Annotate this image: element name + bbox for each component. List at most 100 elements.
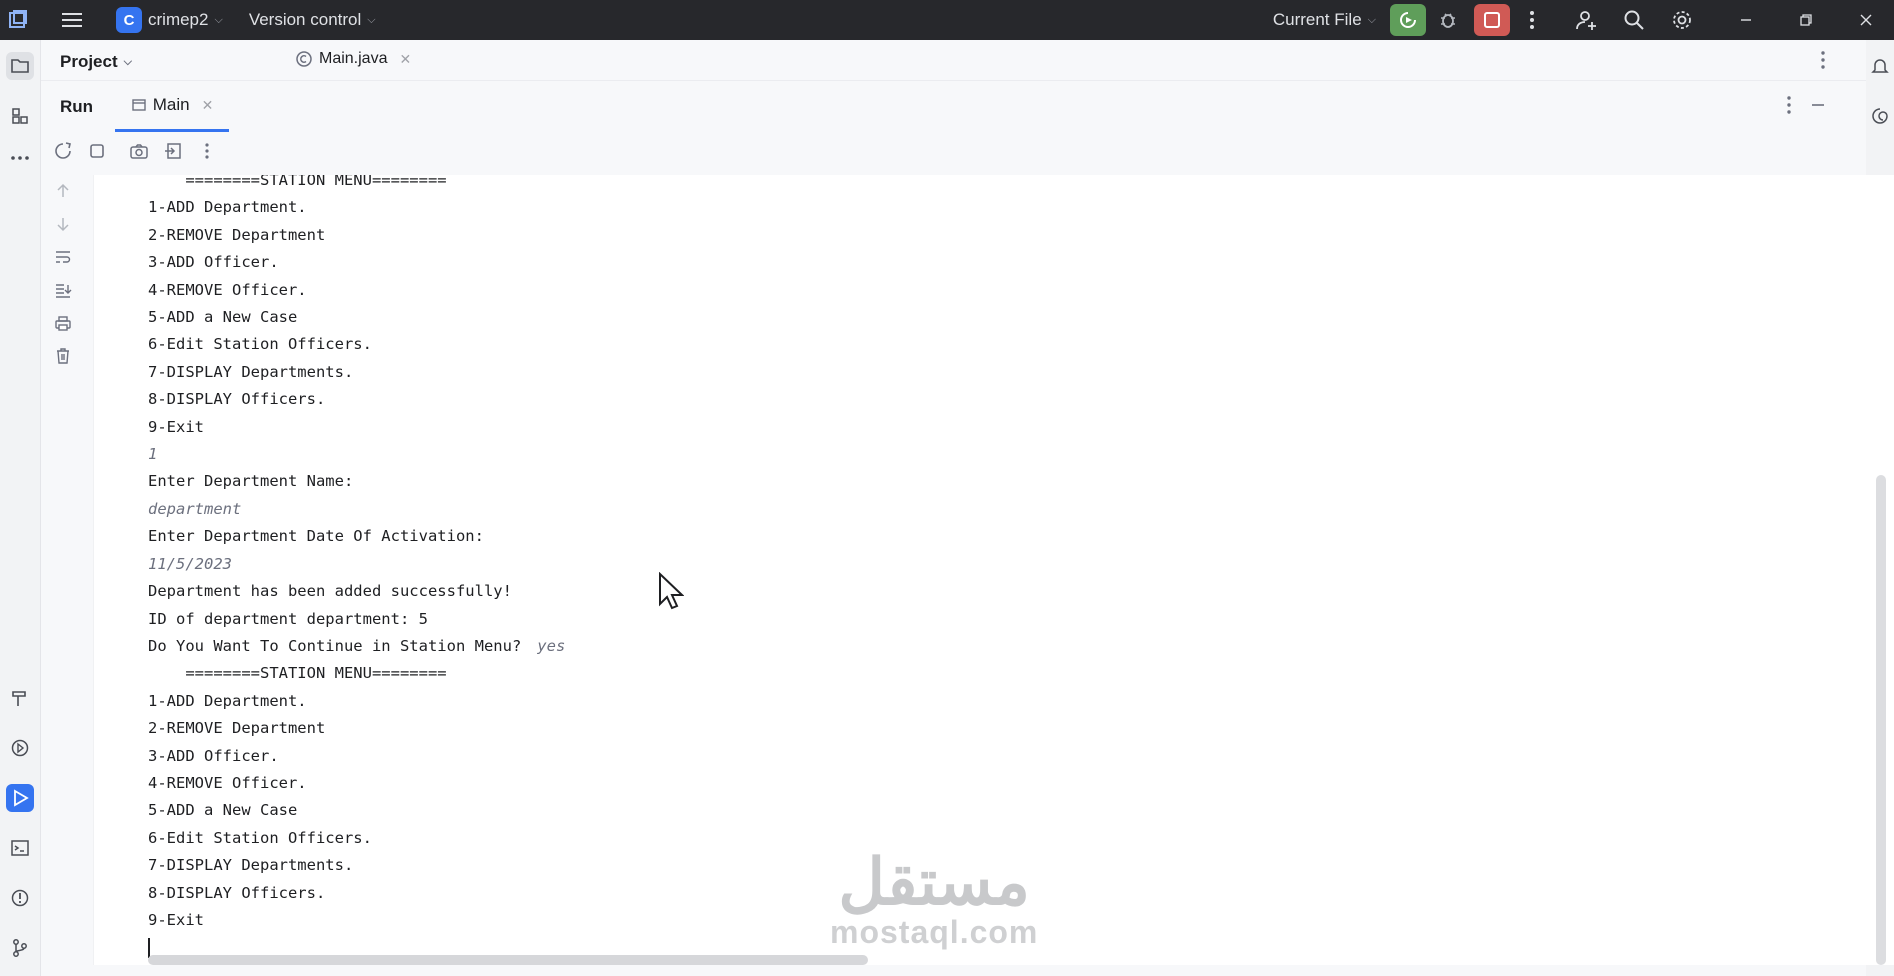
main-menu-icon[interactable] [60,8,84,32]
print-icon[interactable] [51,311,75,335]
search-icon[interactable] [1622,8,1646,32]
console-output-line: Department has been added successfully! [148,578,565,605]
console-line-text: 3-ADD Officer. [148,746,279,765]
watermark-logo: مستقل mostaql.com [830,850,1038,951]
notifications-icon[interactable] [1866,52,1894,80]
console-output-line: 8-DISPLAY Officers. [148,386,565,413]
project-folder-icon[interactable] [6,52,34,80]
tab-main-java[interactable]: Main.java ✕ [295,50,411,68]
console-line-text: Enter Department Date Of Activation: [148,527,484,546]
console-input-line: 11/5/2023 [148,551,565,578]
version-control-label: Version control [248,10,362,29]
problems-icon[interactable] [6,884,34,912]
console-output-line: 7-DISPLAY Departments. [148,359,565,386]
watermark-arabic: مستقل [838,846,1030,918]
tab-main[interactable]: Main ✕ [115,81,229,132]
rerun-icon[interactable] [51,139,75,163]
console-input-line: department [148,496,565,523]
run-tool-title: Run [60,97,94,116]
run-config-label: Current File [1272,10,1362,29]
build-hammer-icon[interactable] [6,684,34,712]
console-line-text: 7-DISPLAY Departments. [148,856,354,875]
mouse-cursor-icon [658,571,685,615]
terminal-icon[interactable] [6,834,34,862]
console-output-line: ========STATION MENU======== [148,660,565,687]
java-class-icon [296,51,312,67]
console-output-line: ========STATION MENU======== [148,175,565,194]
scroll-to-end-icon[interactable] [51,278,75,302]
console-output-line: 1-ADD Department. [148,194,565,221]
ai-assistant-icon[interactable] [1866,102,1894,130]
debug-icon[interactable] [1436,8,1460,32]
stop-button[interactable] [1474,4,1510,36]
ide-logo-icon[interactable] [6,8,30,32]
minimize-icon[interactable] [1734,8,1758,32]
stop-icon [1484,12,1500,28]
console-line-text: ID of department department: 5 [148,609,428,628]
chevron-down-icon: ⌵ [1367,13,1376,26]
more-actions-icon[interactable] [1520,8,1544,32]
vertical-scrollbar[interactable] [1876,475,1886,965]
console-output-line: 9-Exit [148,414,565,441]
trash-icon[interactable] [51,344,75,368]
editor-more-icon[interactable] [1820,50,1826,75]
title-bar: C crimep2 ⌵ Version control ⌵ Current Fi… [0,0,1894,40]
git-branch-icon[interactable] [6,934,34,962]
console-line-text: 11/5/2023 [148,554,232,573]
horizontal-scrollbar[interactable] [148,955,868,965]
toolbar-more-icon[interactable] [195,139,219,163]
gear-icon[interactable] [1670,8,1694,32]
console-output-line: 2-REMOVE Department [148,222,565,249]
watermark-latin: mostaql.com [830,914,1039,950]
console-output-line: Enter Department Date Of Activation: [148,523,565,550]
console-line-text: Department has been added successfully! [148,582,512,601]
console-output-line: 3-ADD Officer. [148,249,565,276]
console-line-text: Do You Want To Continue in Station Menu? [148,636,522,655]
console-line-text: 5-ADD a New Case [148,308,298,327]
console-output-line: 8-DISPLAY Officers. [148,880,565,907]
console-line-text: Enter Department Name: [148,472,354,491]
console-line-text: 5-ADD a New Case [148,801,298,820]
run-tool-icon[interactable] [6,784,34,812]
more-tools-icon[interactable] [6,144,34,172]
run-config-selector[interactable]: Current File ⌵ [1273,10,1376,30]
console-line-text: 1 [148,445,158,464]
console-line-text: ========STATION MENU======== [148,175,447,189]
add-user-icon[interactable] [1574,8,1598,32]
console-output-line: 2-REMOVE Department [148,715,565,742]
stop-icon[interactable] [85,139,109,163]
console-line-text: 9-Exit [148,417,204,436]
main-tab-label: Main [152,95,190,114]
version-control-menu[interactable]: Version control ⌵ [249,10,376,30]
arrow-down-icon[interactable] [51,212,75,236]
services-icon[interactable] [6,734,34,762]
console-line-text: department [148,499,242,518]
console-input-line: 1 [148,441,565,468]
console-line-text: ========STATION MENU======== [148,664,447,683]
project-view-selector[interactable]: Project ⌵ [60,52,132,72]
console-line-text: 7-DISPLAY Departments. [148,362,354,381]
console-output-line: 5-ADD a New Case [148,797,565,824]
project-switcher[interactable]: C crimep2 ⌵ [116,7,223,33]
console-output-line: 3-ADD Officer. [148,743,565,770]
restore-icon[interactable] [1794,8,1818,32]
close-window-icon[interactable] [1854,8,1878,32]
rerun-button[interactable] [1390,4,1426,36]
close-icon[interactable]: ✕ [399,51,411,68]
panel-more-icon[interactable] [1786,95,1792,120]
console-line-text: 6-Edit Station Officers. [148,828,372,847]
console-line-text: 3-ADD Officer. [148,253,279,272]
close-icon[interactable]: ✕ [202,97,214,114]
file-tab-label: Main.java [319,50,388,67]
console-output-line: ID of department department: 5 [148,606,565,633]
camera-icon[interactable] [127,139,151,163]
structure-icon[interactable] [6,102,34,130]
soft-wrap-icon[interactable] [51,245,75,269]
hide-panel-icon[interactable] [1810,95,1826,120]
console-output-line: 9-Exit [148,907,565,934]
arrow-up-icon[interactable] [51,179,75,203]
project-badge: C [116,7,142,33]
console-user-input: yes [537,636,566,655]
restore-layout-icon[interactable] [161,139,185,163]
console-line-text: 9-Exit [148,910,204,929]
